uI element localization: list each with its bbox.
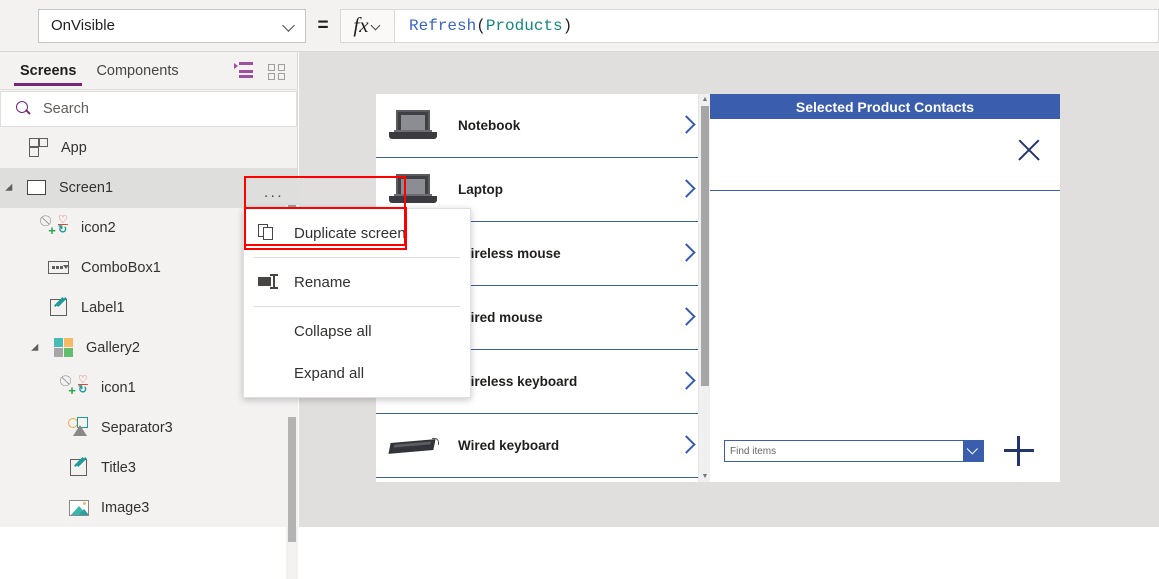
- tree-item-label: Image3: [101, 500, 150, 516]
- chevron-expand-icon[interactable]: [32, 341, 46, 355]
- tree-item-app[interactable]: App: [0, 128, 297, 168]
- gallery-item-label: Notebook: [458, 118, 521, 133]
- screen-context-menu: Duplicate screen Rename Collapse all Exp…: [243, 208, 471, 398]
- tree-view-icon[interactable]: [234, 62, 254, 80]
- sidebar-scrollbar-thumb-lower[interactable]: [288, 417, 296, 542]
- gallery-item[interactable]: Wired keyboard: [376, 414, 710, 478]
- formula-open-paren: (: [476, 16, 486, 35]
- icon-control-icon: ⃠♡+↻: [48, 214, 68, 238]
- tree-item-label: Gallery2: [86, 340, 140, 356]
- label-icon: [68, 457, 92, 479]
- gallery-icon: [53, 337, 77, 359]
- view-toggle-group: [234, 52, 287, 90]
- chevron-right-icon[interactable]: [678, 370, 694, 392]
- search-icon: [15, 100, 33, 118]
- chevron-down-icon: [372, 21, 382, 31]
- selected-product-contacts-panel: Selected Product Contacts Find items: [710, 94, 1060, 482]
- image-icon: [68, 497, 92, 519]
- tree-item-label: Separator3: [101, 420, 173, 436]
- formula-bar: OnVisible = fx Refresh( Products ): [0, 0, 1159, 52]
- plus-icon[interactable]: [1004, 436, 1034, 466]
- chevron-right-icon[interactable]: [678, 306, 694, 328]
- gallery-item-label: Wireless keyboard: [458, 374, 578, 389]
- formula-close-paren: ): [562, 16, 573, 35]
- tree-item-image3[interactable]: Image3: [0, 488, 297, 527]
- formula-function-token: Refresh: [409, 16, 477, 35]
- tree-item-label: ComboBox1: [81, 260, 161, 276]
- app-icon: [28, 137, 52, 159]
- label-icon: [48, 297, 72, 319]
- search-input[interactable]: Search: [0, 91, 297, 127]
- menu-item-label: Collapse all: [294, 322, 372, 340]
- search-placeholder: Search: [43, 101, 89, 117]
- tree-item-label: App: [61, 140, 87, 156]
- duplicate-icon: [258, 223, 280, 243]
- icon-control-icon: ⃠♡+↻: [68, 374, 88, 398]
- gallery-scrollbar[interactable]: ▲ ▼: [698, 94, 710, 482]
- tree-item-label: icon1: [101, 380, 136, 396]
- tab-screens-label: Screens: [20, 62, 77, 79]
- twisty-placeholder: [14, 141, 28, 155]
- chevron-right-icon[interactable]: [678, 178, 694, 200]
- property-select-value: OnVisible: [51, 17, 115, 34]
- panel-footer: Find items: [710, 436, 1060, 466]
- chevron-down-icon[interactable]: [963, 441, 983, 461]
- panel-title: Selected Product Contacts: [710, 94, 1060, 119]
- menu-item-collapse-all[interactable]: Collapse all: [244, 310, 470, 352]
- tab-components-label: Components: [96, 62, 179, 79]
- screen1-more-options-button[interactable]: ...: [246, 179, 302, 205]
- gallery-item-label: Wired keyboard: [458, 438, 560, 453]
- chevron-expand-icon[interactable]: [6, 181, 20, 195]
- gallery-item-label: Wireless mouse: [458, 246, 561, 261]
- find-items-combobox[interactable]: Find items: [724, 440, 984, 462]
- menu-item-label: Rename: [294, 273, 351, 291]
- fx-icon: fx: [353, 13, 369, 37]
- tab-components[interactable]: Components: [86, 52, 188, 90]
- ellipsis-icon: ...: [263, 183, 284, 201]
- menu-item-rename[interactable]: Rename: [244, 261, 470, 303]
- rename-icon: [258, 272, 280, 292]
- menu-item-expand-all[interactable]: Expand all: [244, 352, 470, 394]
- close-x-icon[interactable]: [1016, 137, 1042, 163]
- tree-item-label: Title3: [101, 460, 136, 476]
- gallery-scrollbar-thumb[interactable]: [701, 106, 709, 386]
- chevron-right-icon[interactable]: [678, 114, 694, 136]
- chevron-right-icon[interactable]: [678, 434, 694, 456]
- equals-sign: =: [317, 14, 329, 36]
- chevron-down-icon: [283, 19, 297, 33]
- tree-item-label: Screen1: [59, 180, 114, 196]
- laptop-photo: [388, 106, 440, 146]
- find-items-placeholder: Find items: [730, 445, 777, 457]
- sidebar-tabs: Screens Components: [0, 52, 297, 90]
- menu-divider: [254, 306, 460, 307]
- tree-item-separator3[interactable]: Separator3: [0, 408, 297, 448]
- property-select[interactable]: OnVisible: [38, 8, 306, 43]
- chevron-right-icon[interactable]: [678, 242, 694, 264]
- menu-divider: [254, 257, 460, 258]
- menu-item-duplicate-screen[interactable]: Duplicate screen: [244, 212, 470, 254]
- fx-button[interactable]: fx: [340, 8, 394, 43]
- combobox-icon: [48, 257, 72, 279]
- tree-item-title3[interactable]: Title3: [0, 448, 297, 488]
- wired-keyboard-photo: [388, 426, 440, 466]
- formula-input[interactable]: Refresh( Products ): [394, 8, 1159, 43]
- panel-close-area: [710, 119, 1060, 191]
- shapes-icon: [68, 417, 92, 439]
- gallery-item-label: Laptop: [458, 182, 503, 197]
- menu-item-label: Duplicate screen: [294, 224, 406, 242]
- tree-item-label: Label1: [81, 300, 125, 316]
- tree-item-label: icon2: [81, 220, 116, 236]
- formula-table-token: Products: [485, 16, 563, 35]
- thumbnail-view-icon[interactable]: [267, 62, 287, 80]
- gallery-item[interactable]: Notebook: [376, 94, 710, 158]
- laptop-photo: [388, 170, 440, 210]
- tab-screens[interactable]: Screens: [10, 52, 86, 90]
- menu-item-label: Expand all: [294, 364, 365, 382]
- screen-icon: [26, 177, 50, 199]
